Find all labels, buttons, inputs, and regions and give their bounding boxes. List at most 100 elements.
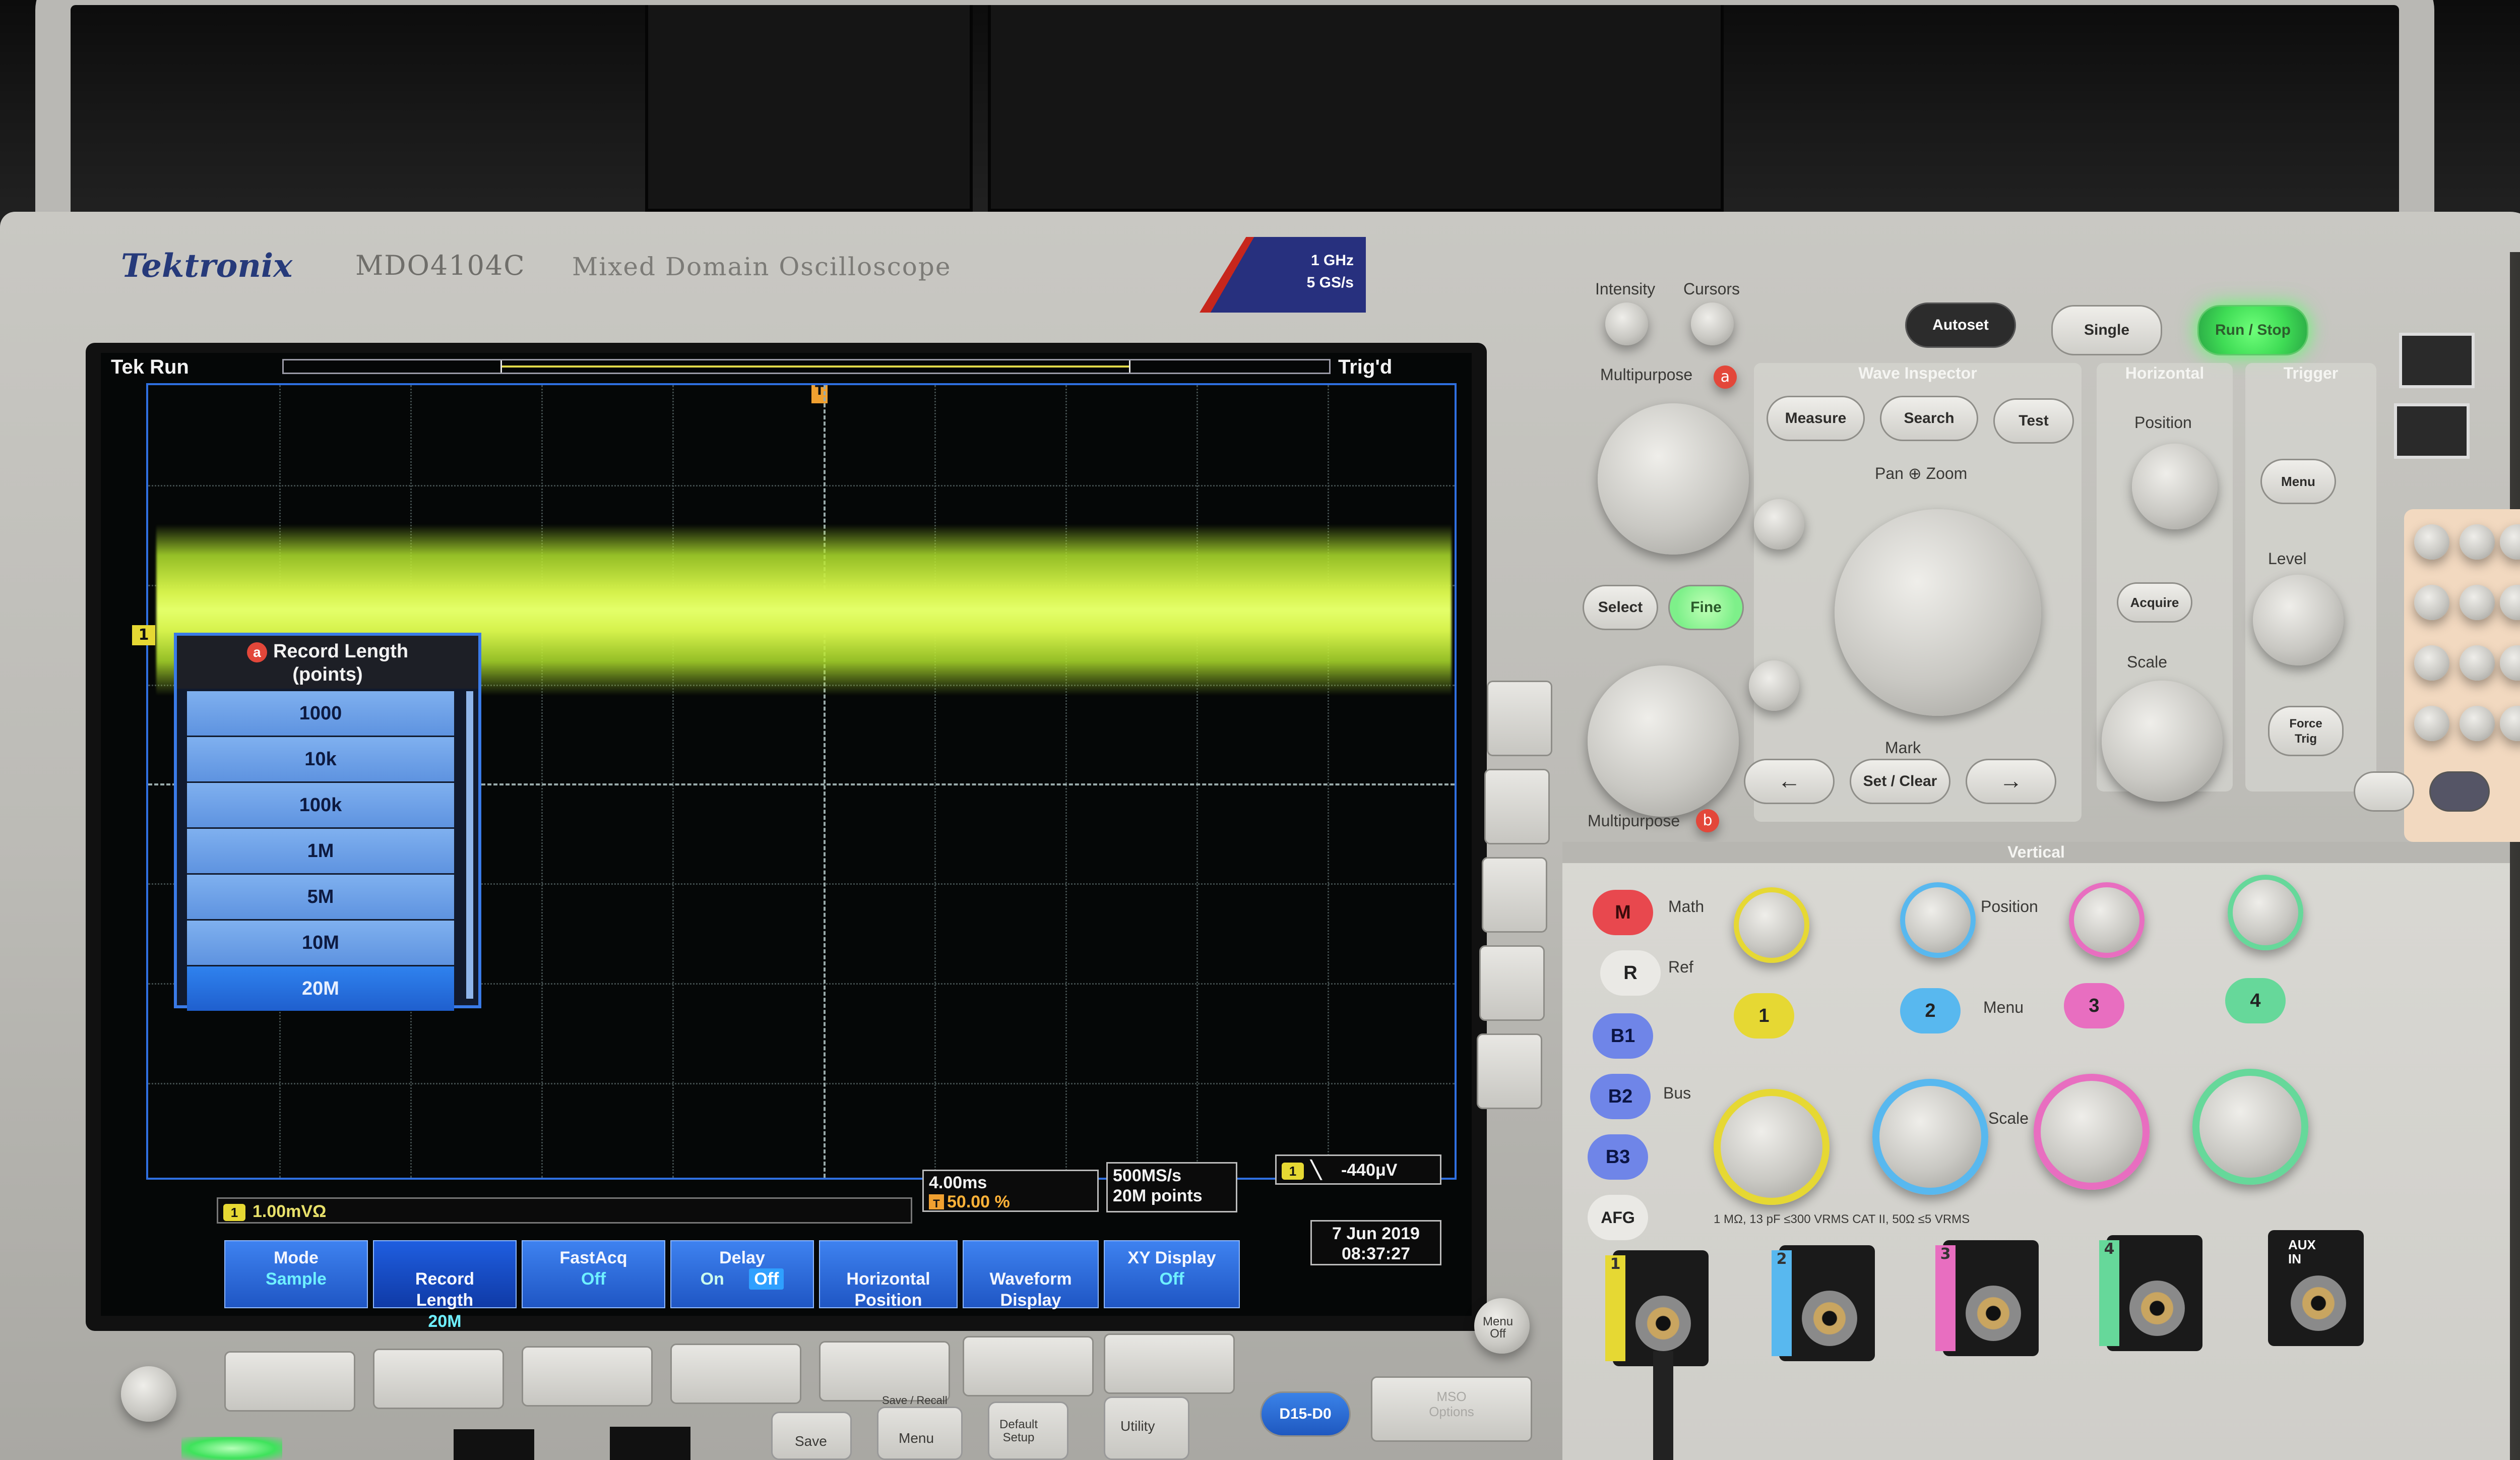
pan-zoom-knob[interactable] [1835, 509, 2041, 716]
horizontal-readout[interactable]: 4.00ms T 50.00 % [922, 1170, 1099, 1212]
bus-b1-button[interactable]: B1 [1593, 1013, 1653, 1059]
channel1-position-knob[interactable] [1734, 887, 1809, 963]
ref-button[interactable]: R [1600, 950, 1661, 996]
backspace-button[interactable] [2354, 771, 2414, 812]
fine-button[interactable]: Fine [1668, 585, 1744, 630]
side-bezel-button-2[interactable] [1484, 769, 1550, 844]
horizontal-scale-knob[interactable] [2102, 681, 2223, 802]
keypad-key-7[interactable] [2414, 524, 2449, 560]
record-length-option[interactable]: 10M [187, 921, 454, 965]
trigger-level-knob[interactable] [2253, 575, 2344, 665]
bottom-bezel-button-3[interactable] [522, 1346, 653, 1407]
bottom-bezel-button-1[interactable] [224, 1351, 355, 1412]
model-number: MDO4104C [355, 250, 526, 281]
bottom-bezel-button-4[interactable] [670, 1344, 801, 1404]
channel1-scale-readout[interactable]: 1 1.00mVΩ [217, 1197, 912, 1224]
keypad-key-5[interactable] [2460, 585, 2495, 620]
keypad-key-8[interactable] [2460, 524, 2495, 560]
cursors-button[interactable] [1691, 302, 1734, 345]
measure-button[interactable]: Measure [1767, 396, 1865, 441]
channel4-scale-knob[interactable] [2192, 1069, 2308, 1185]
search-button[interactable]: Search [1880, 396, 1978, 441]
afg-button[interactable]: AFG [1588, 1195, 1648, 1240]
horizontal-position-knob[interactable] [2132, 444, 2218, 529]
keypad-key-1[interactable] [2414, 645, 2449, 681]
bottom-bezel-button-6[interactable] [963, 1336, 1094, 1396]
record-length-option[interactable]: 100k [187, 783, 454, 827]
record-length-option[interactable]: 10k [187, 737, 454, 781]
side-bezel-button-1[interactable] [1487, 681, 1552, 756]
softkey-value: Off [581, 1269, 606, 1289]
softkey-delay[interactable]: Delay On Off [670, 1240, 814, 1308]
save-recall-menu-button[interactable]: Menu [877, 1407, 963, 1460]
save-button[interactable]: Save [771, 1412, 852, 1460]
record-length-option[interactable]: 1M [187, 829, 454, 873]
multipurpose-a-knob[interactable] [1598, 403, 1749, 555]
mark-next-button[interactable]: → [1966, 759, 2056, 804]
channel2-position-knob[interactable] [1900, 882, 1976, 958]
zoom-magnifier-button[interactable] [1754, 499, 1804, 550]
multipurpose-b-knob[interactable] [1588, 665, 1739, 817]
channel4-position-knob[interactable] [2228, 875, 2303, 950]
side-bezel-button-3[interactable] [1482, 857, 1547, 933]
bus-label: Bus [1663, 1084, 1691, 1102]
keypad-key-0[interactable] [2414, 706, 2449, 741]
math-button[interactable]: M [1593, 890, 1653, 935]
run-stop-button[interactable]: Run / Stop [2197, 305, 2308, 355]
mark-previous-button[interactable]: ← [1744, 759, 1835, 804]
side-bezel-button-4[interactable] [1479, 945, 1545, 1021]
bus-b2-button[interactable]: B2 [1590, 1074, 1651, 1119]
softkey-mode[interactable]: Mode Sample [224, 1240, 368, 1308]
channel4-menu-button[interactable]: 4 [2225, 978, 2286, 1023]
keypad-key-4[interactable] [2414, 585, 2449, 620]
acquire-button[interactable]: Acquire [2117, 582, 2192, 623]
force-trigger-button[interactable]: Force Trig [2268, 706, 2344, 756]
channel2-scale-knob[interactable] [1872, 1079, 1988, 1195]
softkey-record-length[interactable]: Record Length 20M [373, 1240, 517, 1331]
digital-channels-button[interactable]: D15-D0 [1260, 1391, 1351, 1437]
channel1-input-connector[interactable] [1613, 1250, 1709, 1366]
channel3-menu-button[interactable]: 3 [2064, 983, 2124, 1028]
channel1-scale-knob[interactable] [1714, 1089, 1830, 1205]
channel2-input-connector[interactable] [1779, 1245, 1875, 1361]
softkey-horizontal-position[interactable]: Horizontal Position [819, 1240, 958, 1310]
keypad-key-decimal[interactable] [2460, 706, 2495, 741]
set-clear-button[interactable]: Set / Clear [1850, 759, 1950, 804]
softkey-waveform-display[interactable]: Waveform Display [963, 1240, 1099, 1310]
softkey-xy-display[interactable]: XY Display Off [1104, 1240, 1240, 1308]
trigger-readout[interactable]: 1 ╲ -440μV [1275, 1154, 1441, 1185]
intensity-button[interactable] [1605, 302, 1648, 345]
trigger-level-label: Level [2268, 550, 2307, 568]
menu-off-label: Menu Off [1483, 1315, 1514, 1341]
default-setup-button[interactable]: Default Setup [988, 1402, 1068, 1460]
record-length-option[interactable]: 5M [187, 875, 454, 919]
trigger-menu-button[interactable]: Menu [2260, 459, 2336, 504]
enter-button[interactable] [2429, 771, 2490, 812]
channel1-menu-button[interactable]: 1 [1734, 993, 1794, 1039]
softkey-value-on: On [700, 1269, 724, 1289]
utility-button[interactable]: Utility [1104, 1396, 1189, 1460]
bottom-bezel-button-7[interactable] [1104, 1333, 1235, 1394]
select-button[interactable]: Select [1583, 585, 1658, 630]
play-pause-button[interactable] [1749, 660, 1799, 711]
autoset-button[interactable]: Autoset [1905, 302, 2016, 348]
bottom-bezel-button-2[interactable] [373, 1349, 504, 1409]
softkey-fastacq[interactable]: FastAcq Off [522, 1240, 665, 1308]
keypad-key-2[interactable] [2460, 645, 2495, 681]
channel2-menu-button[interactable]: 2 [1900, 988, 1961, 1033]
channel3-input-connector[interactable] [1943, 1240, 2039, 1356]
channel4-input-connector[interactable] [2107, 1235, 2202, 1351]
single-button[interactable]: Single [2051, 305, 2162, 355]
aux-in-connector[interactable] [2268, 1230, 2364, 1346]
side-bezel-button-5[interactable] [1477, 1033, 1542, 1109]
acquisition-readout[interactable]: 500MS/s 20M points [1106, 1162, 1237, 1212]
popup-scrollbar[interactable] [466, 691, 473, 999]
record-length-option-selected[interactable]: 20M [187, 966, 454, 1011]
test-button[interactable]: Test [1993, 398, 2074, 444]
carry-handle [35, 0, 2434, 232]
channel3-scale-knob[interactable] [2034, 1074, 2150, 1190]
bus-b3-button[interactable]: B3 [1588, 1134, 1648, 1180]
bottom-bezel-button-5[interactable] [819, 1341, 950, 1402]
record-length-option[interactable]: 1000 [187, 691, 454, 736]
channel3-position-knob[interactable] [2069, 882, 2145, 958]
